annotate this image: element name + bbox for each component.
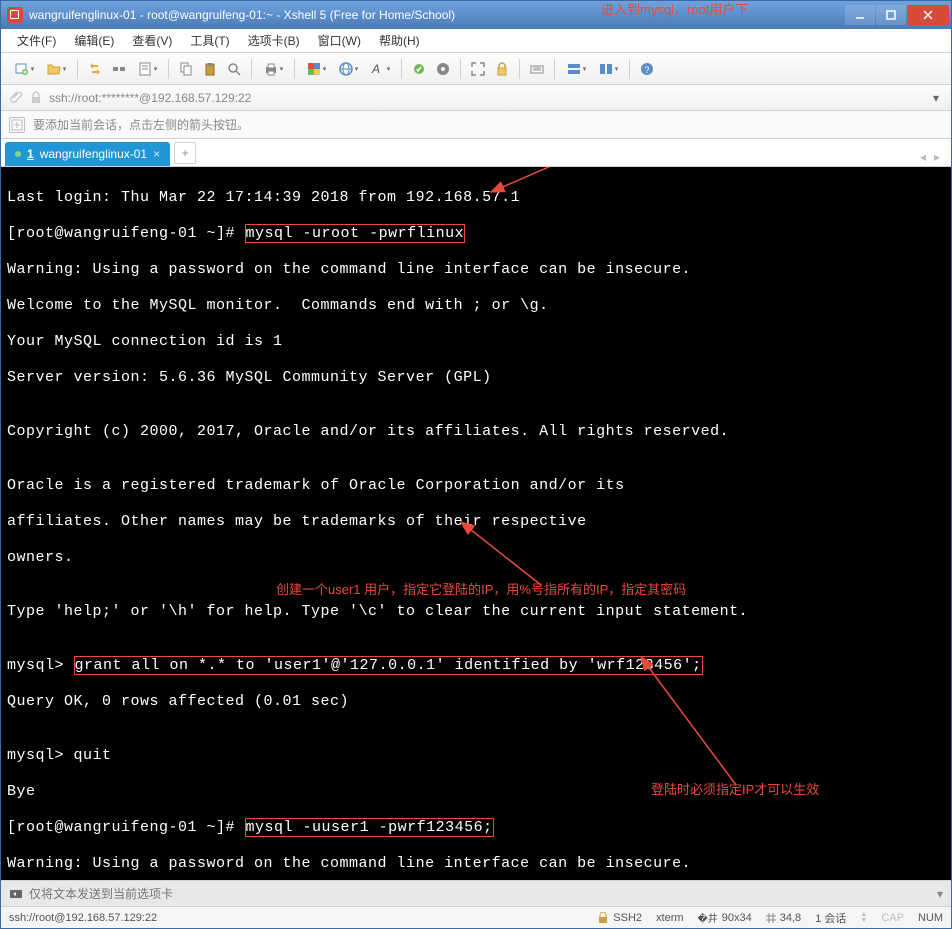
menu-tabs[interactable]: 选项卡(B): [240, 29, 308, 52]
hint-text: 要添加当前会话，点击左侧的箭头按钮。: [33, 116, 249, 133]
font-button[interactable]: A: [365, 58, 395, 80]
send-icon: [9, 887, 23, 901]
svg-text:?: ?: [645, 65, 650, 75]
add-session-icon[interactable]: [9, 117, 25, 133]
cmd-mysql-login-root: mysql -uroot -pwrflinux: [245, 224, 466, 243]
encoding-button[interactable]: [333, 58, 363, 80]
status-size: �井90x34: [698, 910, 752, 925]
cmd-grant: grant all on *.* to 'user1'@'127.0.0.1' …: [74, 656, 703, 675]
hintbar: 要添加当前会话，点击左侧的箭头按钮。 进入到mysql，root用户下: [1, 111, 951, 139]
tab-nav: ◂ ▸: [917, 150, 947, 166]
toolbar: A ?: [1, 53, 951, 85]
app-icon: [7, 7, 23, 23]
annotation-2: 创建一个user1 用户，指定它登陆的IP，用%号指所有的IP，指定其密码: [276, 581, 686, 599]
keyboard-button[interactable]: [526, 58, 548, 80]
session-tab[interactable]: 1 wangruifenglinux-01 ×: [5, 142, 170, 166]
address-text[interactable]: ssh://root:********@192.168.57.129:22: [49, 91, 923, 105]
menu-view[interactable]: 查看(V): [124, 29, 180, 52]
xagent-button[interactable]: [408, 58, 430, 80]
status-num: NUM: [918, 912, 943, 924]
new-tab-button[interactable]: +: [174, 142, 196, 164]
lock-icon: [597, 912, 609, 924]
terminal[interactable]: Last login: Thu Mar 22 17:14:39 2018 fro…: [1, 167, 951, 880]
new-session-button[interactable]: [9, 58, 39, 80]
status-cap: CAP: [881, 912, 904, 924]
status-pos: 34,8: [766, 912, 801, 924]
find-button[interactable]: [223, 58, 245, 80]
status-term: xterm: [656, 912, 684, 924]
properties-button[interactable]: [132, 58, 162, 80]
cursor-icon: [766, 913, 776, 923]
send-input[interactable]: [29, 887, 931, 901]
tab-number: 1: [27, 147, 34, 161]
fullscreen-button[interactable]: [467, 58, 489, 80]
annotation-3: 登陆时必须指定IP才可以生效: [651, 781, 819, 799]
print-button[interactable]: [258, 58, 288, 80]
menu-help[interactable]: 帮助(H): [371, 29, 428, 52]
status-connection: ssh://root@192.168.57.129:22: [9, 912, 583, 924]
copy-button[interactable]: [175, 58, 197, 80]
attach-icon: [9, 91, 23, 105]
session-stepper[interactable]: ▲▼: [860, 912, 867, 924]
lock-icon: [29, 91, 43, 105]
tabstrip: 1 wangruifenglinux-01 × + ◂ ▸: [1, 139, 951, 167]
send-dropdown[interactable]: ▾: [937, 887, 943, 901]
xftp-button[interactable]: [432, 58, 454, 80]
help-button[interactable]: ?: [636, 58, 658, 80]
minimize-button[interactable]: [845, 5, 875, 25]
layout-v-button[interactable]: [593, 58, 623, 80]
status-dot-icon: [15, 151, 21, 157]
disconnect-button[interactable]: [108, 58, 130, 80]
tab-prev-button[interactable]: ◂: [917, 150, 929, 164]
addressbar: ssh://root:********@192.168.57.129:22 ▾: [1, 85, 951, 111]
address-dropdown[interactable]: ▾: [929, 91, 943, 105]
status-sessions: 1 会话: [815, 910, 846, 926]
menu-tools[interactable]: 工具(T): [182, 29, 237, 52]
svg-text:A: A: [371, 62, 380, 76]
menubar: 文件(F) 编辑(E) 查看(V) 工具(T) 选项卡(B) 窗口(W) 帮助(…: [1, 29, 951, 53]
status-protocol: SSH2: [597, 912, 642, 924]
annotation-1: 进入到mysql，root用户下: [601, 0, 748, 18]
color-scheme-button[interactable]: [301, 58, 331, 80]
titlebar: wangruifenglinux-01 - root@wangruifeng-0…: [1, 1, 951, 29]
open-button[interactable]: [41, 58, 71, 80]
tab-label: wangruifenglinux-01: [40, 147, 147, 161]
paste-button[interactable]: [199, 58, 221, 80]
app-window: wangruifenglinux-01 - root@wangruifeng-0…: [0, 0, 952, 929]
tab-close-icon[interactable]: ×: [153, 147, 160, 161]
close-button[interactable]: [907, 5, 949, 25]
layout-h-button[interactable]: [561, 58, 591, 80]
sendbar: ▾: [1, 880, 951, 906]
menu-window[interactable]: 窗口(W): [310, 29, 369, 52]
lock-button[interactable]: [491, 58, 513, 80]
reconnect-button[interactable]: [84, 58, 106, 80]
statusbar: ssh://root@192.168.57.129:22 SSH2 xterm …: [1, 906, 951, 928]
menu-edit[interactable]: 编辑(E): [66, 29, 122, 52]
menu-file[interactable]: 文件(F): [9, 29, 64, 52]
cmd-mysql-login-user1: mysql -uuser1 -pwrf123456;: [245, 818, 494, 837]
maximize-button[interactable]: [876, 5, 906, 25]
tab-next-button[interactable]: ▸: [931, 150, 943, 164]
